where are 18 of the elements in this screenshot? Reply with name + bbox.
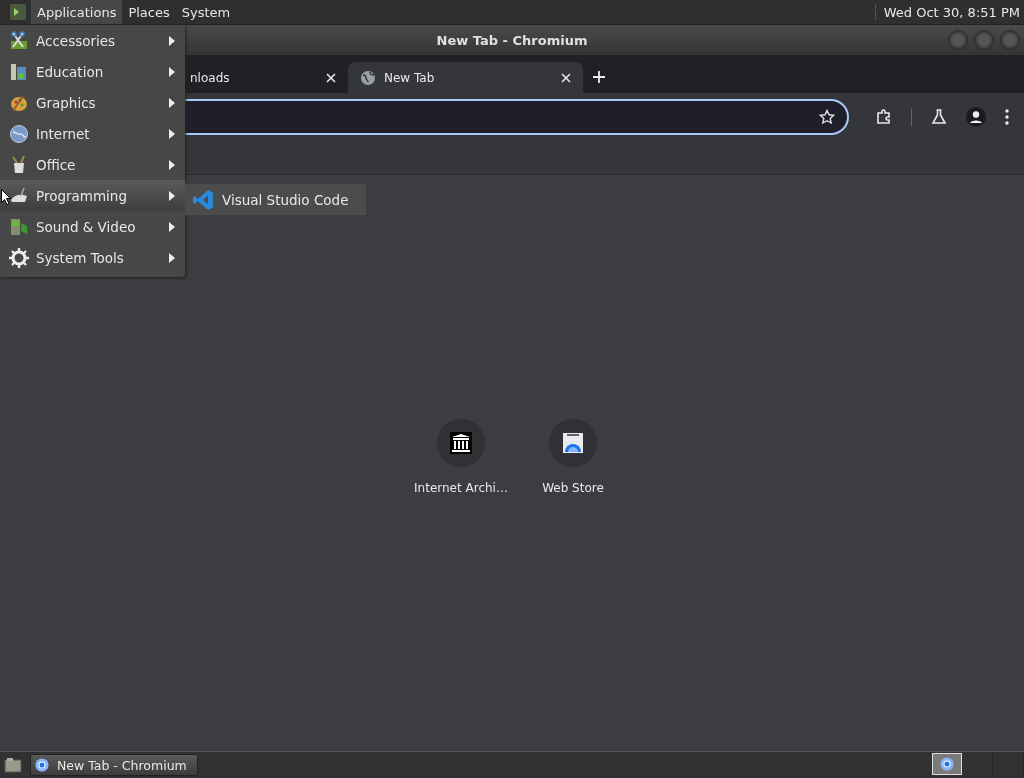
shortcut-label[interactable]: Internet Archi… xyxy=(414,481,508,495)
tab-label: nloads xyxy=(190,70,231,85)
clock[interactable]: Wed Oct 30, 8:51 PM xyxy=(874,4,1024,20)
menu-item[interactable]: Office xyxy=(0,149,185,180)
menu-item[interactable]: System Tools xyxy=(0,242,185,273)
menu-item[interactable]: Sound & Video xyxy=(0,211,185,242)
taskbar-button[interactable]: New Tab - Chromium xyxy=(30,754,198,776)
window-title: New Tab - Chromium xyxy=(436,32,588,48)
panel-menu[interactable]: Applications xyxy=(31,0,123,24)
menu-item[interactable]: Visual Studio Code xyxy=(185,184,366,215)
panel-menu[interactable]: System xyxy=(175,0,237,24)
browser-tab[interactable]: New Tab xyxy=(348,62,583,93)
menu-item[interactable]: Programming xyxy=(0,180,185,211)
menu-item[interactable]: Accessories xyxy=(0,25,185,56)
shortcut-label[interactable]: Web Store xyxy=(542,481,604,495)
menu-item[interactable]: Internet xyxy=(0,118,185,149)
tab-label: New Tab xyxy=(384,70,436,85)
panel-menu[interactable]: Places xyxy=(122,0,176,24)
